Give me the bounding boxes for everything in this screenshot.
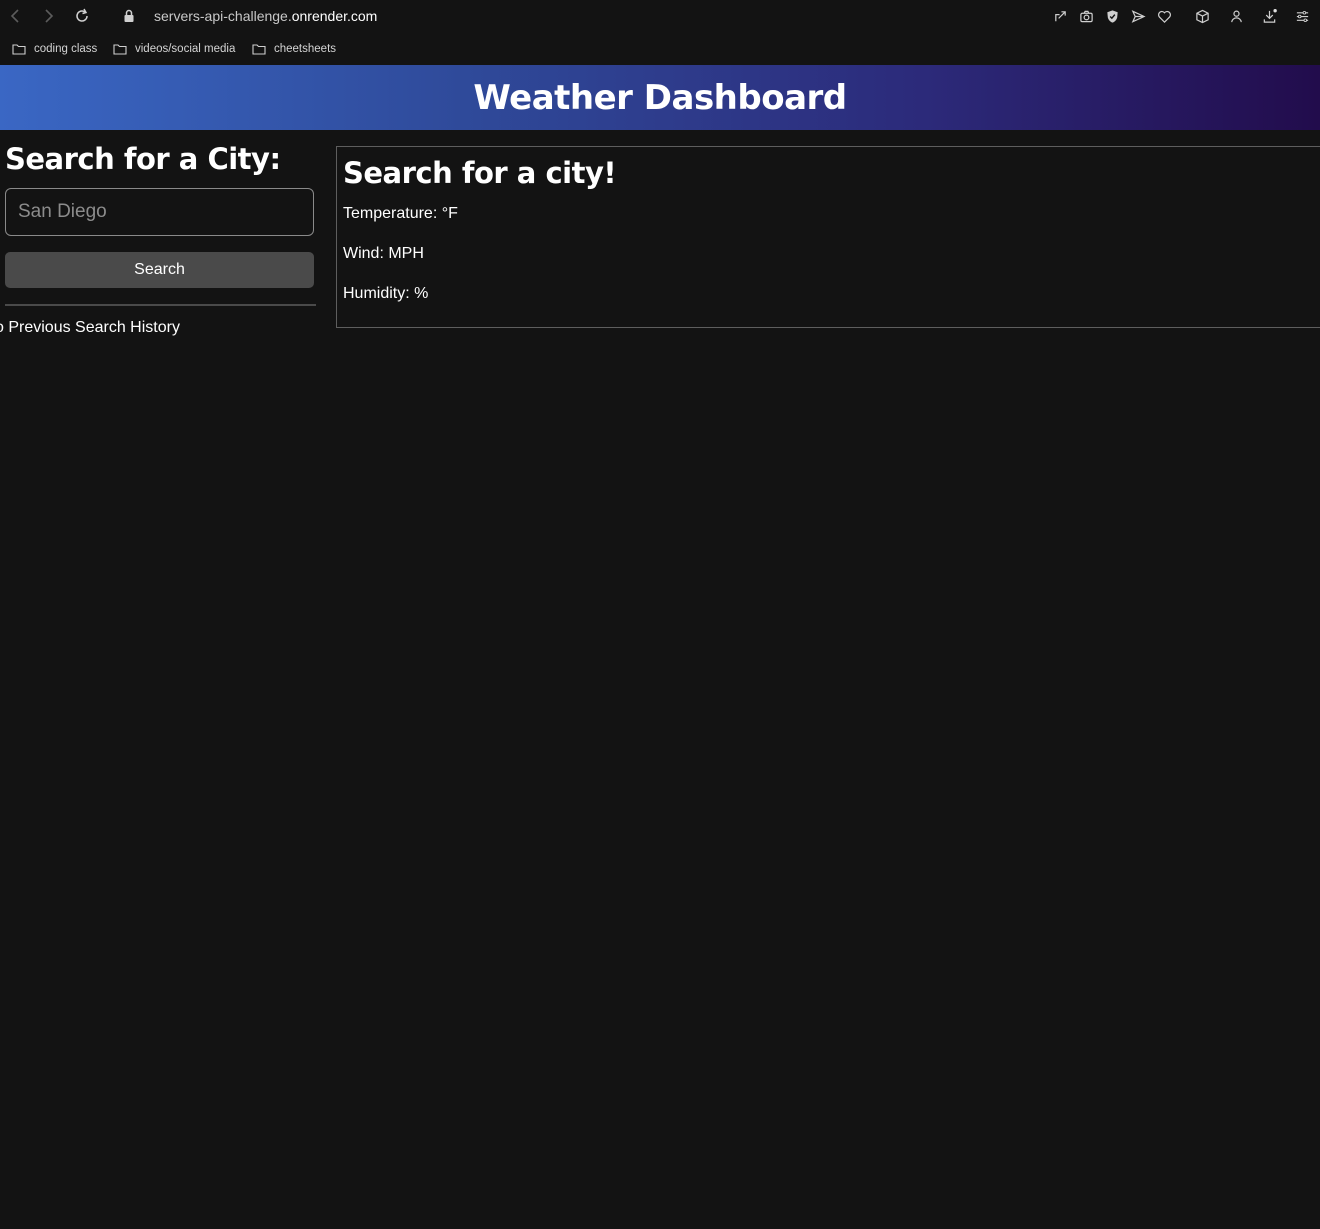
page-header: Weather Dashboard <box>0 65 1320 130</box>
reload-icon[interactable] <box>72 6 92 26</box>
share-icon[interactable] <box>1051 7 1069 25</box>
url-host: servers-api-challenge. <box>154 8 292 24</box>
search-button[interactable]: Search <box>5 252 314 288</box>
weather-city-title: Search for a city! <box>343 156 617 190</box>
url-domain: onrender.com <box>291 8 378 24</box>
bookmark-label: videos/social media <box>135 43 236 55</box>
cube-icon[interactable] <box>1193 7 1211 25</box>
back-icon[interactable] <box>6 6 26 26</box>
download-icon[interactable] <box>1260 7 1278 25</box>
sidebar-divider <box>5 304 316 306</box>
temperature-text: Temperature: °F <box>343 205 458 222</box>
shield-icon[interactable] <box>1103 7 1121 25</box>
lock-icon <box>119 6 139 26</box>
camera-icon[interactable] <box>1077 7 1095 25</box>
folder-icon <box>252 44 266 55</box>
city-search-input[interactable] <box>5 188 314 236</box>
heart-icon[interactable] <box>1155 7 1173 25</box>
bookmark-videos-social-media[interactable]: videos/social media <box>113 41 235 57</box>
profile-icon[interactable] <box>1227 7 1245 25</box>
search-history-title: o Previous Search History <box>0 319 180 336</box>
bookmark-label: cheetsheets <box>274 43 337 55</box>
wind-text: Wind: MPH <box>343 245 424 262</box>
search-heading: Search for a City: <box>5 142 281 176</box>
current-weather-card: Search for a city! Temperature: °F Wind:… <box>336 146 1320 328</box>
bookmark-cheetsheets[interactable]: cheetsheets <box>252 41 336 57</box>
folder-icon <box>113 44 127 55</box>
address-bar[interactable]: servers-api-challenge.onrender.com <box>154 7 377 25</box>
bookmarks-bar: coding class videos/social media cheetsh… <box>0 33 1320 65</box>
humidity-text: Humidity: % <box>343 285 429 302</box>
folder-icon <box>12 44 26 55</box>
settings-icon[interactable] <box>1293 7 1311 25</box>
send-icon[interactable] <box>1129 7 1147 25</box>
browser-toolbar: servers-api-challenge.onrender.com <box>0 0 1320 33</box>
page-title: Weather Dashboard <box>473 77 847 118</box>
forward-icon[interactable] <box>38 6 58 26</box>
bookmark-coding-class[interactable]: coding class <box>12 41 97 57</box>
bookmark-label: coding class <box>34 43 98 55</box>
